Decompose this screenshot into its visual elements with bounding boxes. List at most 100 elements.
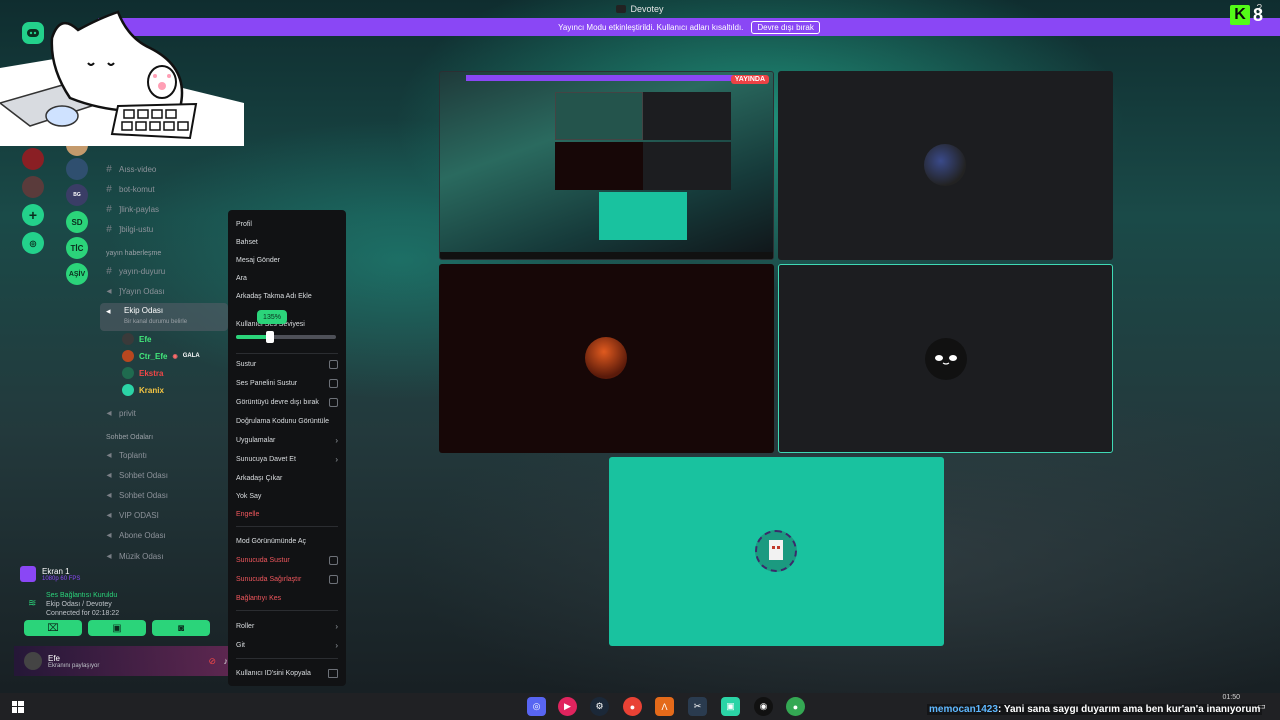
channel-text[interactable]: # bot-komut bbox=[104, 180, 154, 198]
screen-share-row[interactable]: Ekran 1 1080p 60 FPS bbox=[20, 562, 230, 586]
app-orange-icon[interactable]: Λ bbox=[655, 697, 674, 716]
server-tic[interactable]: TİC bbox=[66, 237, 88, 259]
checkbox[interactable] bbox=[329, 378, 338, 388]
channel-voice-privit[interactable]: ◂ privit bbox=[104, 404, 135, 422]
category-stream[interactable]: yayın haberleşme bbox=[106, 250, 161, 257]
server-icon-group[interactable] bbox=[22, 176, 44, 198]
speaker-icon: ◂ bbox=[106, 306, 111, 316]
explore-servers-icon[interactable]: ◎ bbox=[22, 232, 44, 254]
active-voice-channel[interactable]: ◂ Ekip Odası Bir kanal durumu belirle bbox=[100, 303, 228, 331]
speaker-icon: ◂ bbox=[106, 449, 112, 461]
checkbox[interactable] bbox=[329, 555, 338, 565]
menu-add-nickname[interactable]: Arkadaş Takma Adı Ekle bbox=[236, 289, 338, 303]
menu-call[interactable]: Ara bbox=[236, 271, 338, 285]
voice-action-row: ⌧ ▣ ◙ bbox=[24, 620, 234, 638]
taskbar-clock[interactable]: 01:50 bbox=[1222, 694, 1240, 701]
server-icon-dark[interactable] bbox=[66, 158, 88, 180]
speaker-icon: ◂ bbox=[106, 509, 112, 521]
chat-username: memocan1423 bbox=[929, 704, 998, 715]
badge-icon: ◉ bbox=[172, 353, 178, 360]
chrome-icon[interactable]: ● bbox=[623, 697, 642, 716]
nested-tile bbox=[555, 142, 643, 190]
voice-channel-name: Ekip Odası bbox=[124, 306, 164, 315]
menu-move[interactable]: Git › bbox=[236, 638, 338, 652]
discord-taskbar-icon[interactable]: ◎ bbox=[527, 697, 546, 716]
menu-server-mute[interactable]: Sunucuda Sustur bbox=[236, 553, 338, 567]
menu-verify-code[interactable]: Doğrulama Kodunu Görüntüle bbox=[236, 414, 338, 428]
menu-disconnect[interactable]: Bağlantıyı Kes bbox=[236, 591, 338, 605]
chevron-right-icon: › bbox=[335, 621, 338, 631]
channel-voice[interactable]: ◂ Sohbet Odası bbox=[104, 486, 167, 504]
channel-voice[interactable]: ◂ Sohbet Odası bbox=[104, 466, 167, 484]
checkbox[interactable] bbox=[329, 397, 338, 407]
checkbox[interactable] bbox=[329, 359, 338, 369]
voice-user[interactable]: Ekstra bbox=[122, 365, 163, 381]
video-tile-user[interactable] bbox=[778, 264, 1113, 453]
video-tile-user-speaking[interactable] bbox=[609, 457, 944, 646]
menu-copy-id[interactable]: Kullanıcı ID'sini Kopyala bbox=[236, 666, 338, 680]
youtube-music-icon[interactable]: ▶ bbox=[558, 697, 577, 716]
user-context-menu: Profil Bahset Mesaj Gönder Ara Arkadaş T… bbox=[228, 210, 346, 686]
speaker-icon: ◂ bbox=[106, 489, 112, 501]
menu-invite[interactable]: Sunucuya Davet Et › bbox=[236, 452, 338, 466]
voice-user[interactable]: Efe bbox=[122, 331, 151, 347]
nested-taskbar bbox=[440, 252, 773, 259]
menu-mention[interactable]: Bahset bbox=[236, 235, 338, 249]
speaker-icon: ◂ bbox=[106, 529, 112, 541]
channel-voice[interactable]: ◂ VIP ODASI bbox=[104, 506, 158, 524]
deafen-icon[interactable]: ⊘ bbox=[208, 656, 216, 667]
menu-remove-friend[interactable]: Arkadaşı Çıkar bbox=[236, 471, 338, 485]
menu-server-deafen[interactable]: Sunucuda Sağırlaştır bbox=[236, 572, 338, 586]
steam-icon[interactable]: ⚙ bbox=[590, 697, 609, 716]
disable-streamer-mode-button[interactable]: Devre dışı bırak bbox=[751, 20, 820, 34]
user-panel[interactable]: Efe Ekranını paylaşıyor ⊘ ♪ bbox=[14, 646, 232, 676]
channel-text[interactable]: #]bilgi-ustu bbox=[104, 220, 153, 238]
video-tile-user[interactable] bbox=[439, 264, 774, 453]
screen-share-tile[interactable]: YAYINDA bbox=[439, 71, 774, 260]
server-asiv[interactable]: AŞİV bbox=[66, 263, 88, 285]
chrome-alt-icon[interactable]: ● bbox=[786, 697, 805, 716]
menu-roles[interactable]: Roller › bbox=[236, 619, 338, 633]
bot-icon: # bbox=[106, 183, 112, 195]
checkbox[interactable] bbox=[329, 574, 338, 584]
category-chat[interactable]: Sohbet Odaları bbox=[106, 434, 153, 441]
menu-mute[interactable]: Sustur bbox=[236, 357, 338, 371]
server-sd[interactable]: SD bbox=[66, 211, 88, 233]
channel-text[interactable]: #]link-paylas bbox=[104, 200, 159, 218]
channel-text[interactable]: # Aıss-video bbox=[104, 160, 156, 178]
kick-chat-message: memocan1423: Yani sana saygı duyarım ama… bbox=[927, 704, 1263, 715]
menu-message[interactable]: Mesaj Gönder bbox=[236, 253, 338, 267]
activity-button[interactable]: ◙ bbox=[152, 620, 210, 636]
server-icon-badge[interactable]: BG bbox=[66, 184, 88, 206]
nested-tile bbox=[643, 92, 731, 140]
obs-icon[interactable]: ◉ bbox=[754, 697, 773, 716]
camera-off-button[interactable]: ⌧ bbox=[24, 620, 82, 636]
voice-user[interactable]: Ctr_Efe ◉ GALA bbox=[122, 348, 200, 364]
app-icon bbox=[616, 5, 627, 13]
video-tile-user[interactable] bbox=[778, 71, 1113, 260]
menu-profile[interactable]: Profil bbox=[236, 217, 338, 231]
voice-user[interactable]: Kranix bbox=[122, 382, 164, 398]
menu-disable-video[interactable]: Görüntüyü devre dışı bırak bbox=[236, 395, 338, 409]
kick-overlay: K 8 bbox=[1230, 3, 1270, 27]
app-snipping-icon[interactable]: ✂ bbox=[688, 697, 707, 716]
voice-channel-status[interactable]: Bir kanal durumu belirle bbox=[124, 319, 187, 325]
menu-mod-view[interactable]: Mod Görünümünde Aç bbox=[236, 534, 338, 548]
menu-block[interactable]: Engelle bbox=[236, 507, 338, 521]
channel-voice[interactable]: ◂]Yayın Odası bbox=[104, 282, 164, 300]
menu-mute-soundboard[interactable]: Ses Panelini Sustur bbox=[236, 376, 338, 390]
server-icon-racing[interactable] bbox=[22, 148, 44, 170]
menu-ignore[interactable]: Yok Say bbox=[236, 489, 338, 503]
app-green-icon[interactable]: ▣ bbox=[721, 697, 740, 716]
windows-start-icon[interactable] bbox=[8, 697, 27, 716]
volume-slider-handle[interactable] bbox=[266, 331, 274, 343]
streamer-mode-banner: Yayıncı Modu etkinleştirildi. Kullanıcı … bbox=[98, 18, 1280, 36]
menu-apps[interactable]: Uygulamalar › bbox=[236, 433, 338, 447]
share-screen-button[interactable]: ▣ bbox=[88, 620, 146, 636]
channel-voice[interactable]: ◂ Abone Odası bbox=[104, 526, 165, 544]
channel-voice[interactable]: ◂ Toplantı bbox=[104, 446, 147, 464]
screen-share-label: Ekran 1 bbox=[42, 566, 70, 576]
channel-text[interactable]: # yayın-duyuru bbox=[104, 262, 165, 280]
add-server-icon[interactable]: + bbox=[22, 204, 44, 226]
voice-connection-panel: ≋ Ses Bağlantısı Kuruldu Ekip Odası / De… bbox=[20, 590, 230, 620]
